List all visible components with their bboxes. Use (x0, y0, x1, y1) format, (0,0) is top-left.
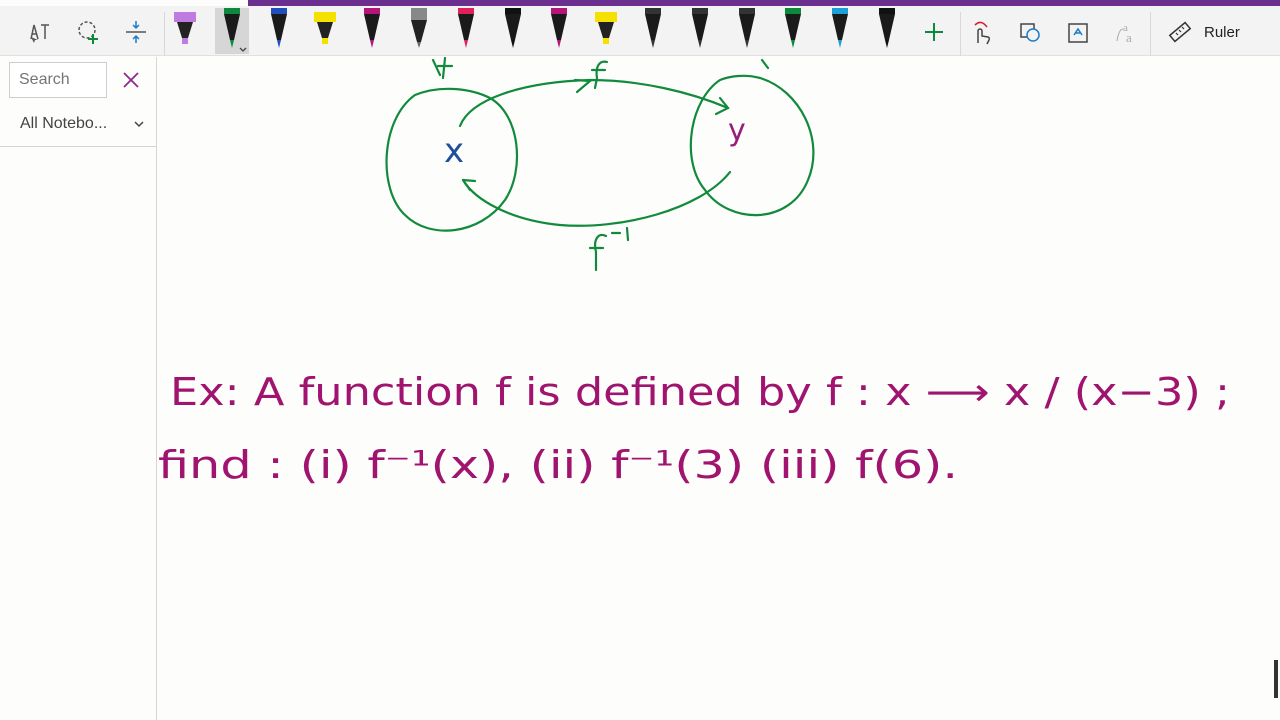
notebook-filter-label: All Notebo... (20, 115, 108, 132)
inverse-arrow (461, 170, 732, 227)
ruler-button[interactable]: Ruler (1158, 14, 1268, 50)
ink-to-math-icon[interactable]: aa (1110, 14, 1142, 50)
pen-13-pen[interactable] (730, 8, 764, 54)
example-line-2: find : (i) f⁻¹(x), (ii) f⁻¹(3) (iii) f(6… (158, 443, 958, 487)
example-line-1: Ex: A function f is defined by f : x ⟶ x… (170, 370, 1230, 414)
chevron-down-icon (134, 121, 144, 128)
pen-14-pen[interactable] (776, 8, 810, 54)
pen-12-pen[interactable] (683, 8, 717, 54)
pen-7-pen[interactable] (449, 8, 483, 54)
touch-draw-icon[interactable] (966, 14, 998, 50)
set-x-label: x (444, 131, 464, 171)
set-y-ellipse (689, 74, 815, 217)
search-input[interactable] (9, 62, 107, 98)
pen-3-pen[interactable] (262, 8, 296, 54)
pen-6-pencil[interactable] (402, 8, 436, 54)
lasso-text-icon[interactable] (24, 14, 56, 50)
plus-icon[interactable] (918, 14, 950, 50)
label-f (590, 60, 609, 90)
pen-1-highlighter[interactable] (168, 8, 202, 54)
lasso-select-icon[interactable] (72, 14, 104, 50)
ink-layer: x y Ex: A function f is defined by f : x… (158, 57, 1230, 487)
set-y-label: y (728, 113, 746, 148)
ruler-label: Ruler (1204, 23, 1240, 41)
pen-8-pen[interactable] (496, 8, 530, 54)
pen-10-highlighter[interactable] (589, 8, 623, 54)
notebook-filter-dropdown[interactable]: All Notebo... (20, 112, 145, 136)
pen-4-highlighter[interactable] (308, 8, 342, 54)
ruler-icon (1168, 21, 1192, 43)
pen-16-pen[interactable] (870, 8, 904, 54)
add-space-icon[interactable] (120, 14, 152, 50)
close-icon[interactable] (120, 69, 142, 91)
draw-toolbar: aa Ruler (0, 6, 1280, 56)
pen-5-pen[interactable] (355, 8, 389, 54)
pen-2-pen[interactable] (214, 8, 249, 54)
pen-15-pen[interactable] (823, 8, 857, 54)
ink-to-shape-icon[interactable] (1014, 14, 1046, 50)
svg-text:a: a (1126, 30, 1132, 45)
search-pane: All Notebo... (0, 57, 157, 720)
vertical-scrollbar[interactable] (1274, 660, 1278, 698)
ink-to-text-icon[interactable] (1062, 14, 1094, 50)
note-canvas[interactable]: x y Ex: A function f is defined by f : x… (158, 57, 1280, 720)
pen-11-pen[interactable] (636, 8, 670, 54)
pen-9-pen[interactable] (542, 8, 576, 54)
forward-arrow (458, 78, 730, 128)
label-f-inverse (588, 226, 630, 272)
